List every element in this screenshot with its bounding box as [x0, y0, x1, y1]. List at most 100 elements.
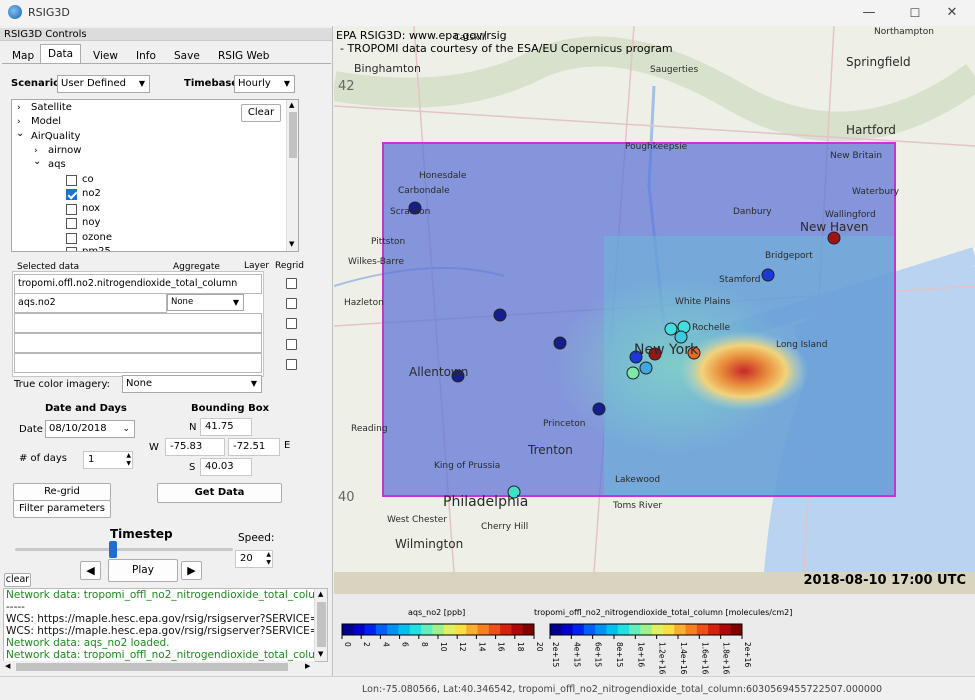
scroll-down-icon[interactable]: ▼	[318, 650, 323, 658]
place-label: West Chester	[387, 515, 447, 525]
noy-checkbox[interactable]	[66, 218, 77, 229]
log-console[interactable]: Network data: tropomi_offl_no2_nitrogend…	[3, 588, 328, 662]
tab-rsig-web[interactable]: RSIG Web	[210, 46, 277, 64]
tab-info[interactable]: Info	[128, 46, 164, 64]
tree-item-aqs[interactable]: aqs	[48, 159, 66, 170]
close-button[interactable]: ✕	[929, 0, 975, 26]
aqs-site-marker[interactable]	[553, 336, 567, 350]
log-hscrollbar[interactable]: ◀ ▶	[3, 661, 315, 673]
scroll-thumb[interactable]	[16, 663, 288, 671]
colorbar-tick-label: 4e+15	[572, 642, 581, 667]
expand-icon[interactable]: ›	[17, 103, 21, 113]
spin-up-icon[interactable]: ▲	[266, 551, 271, 559]
collapse-icon[interactable]: ⌄	[33, 156, 41, 167]
aqs-site-marker[interactable]	[493, 308, 507, 322]
ozone-checkbox[interactable]	[66, 233, 77, 244]
tab-view[interactable]: View	[85, 46, 126, 64]
date-picker[interactable]: 08/10/2018 ⌄	[45, 420, 135, 438]
bbox-heading: Bounding Box	[191, 403, 270, 414]
timestep-slider-thumb[interactable]	[109, 541, 118, 558]
expand-icon[interactable]: ›	[34, 146, 38, 156]
aqs-site-marker[interactable]	[761, 268, 775, 282]
tree-item-no2[interactable]: no2	[82, 188, 101, 199]
regrid-checkbox[interactable]	[286, 339, 297, 350]
aqs-site-marker[interactable]	[639, 361, 653, 375]
north-input[interactable]: 41.75	[200, 418, 252, 436]
clear-tree-button[interactable]: Clear	[241, 104, 281, 122]
scenario-select[interactable]: User Defined ▼	[57, 75, 150, 93]
place-label: New Britain	[830, 151, 882, 161]
place-label: Allentown	[409, 365, 468, 379]
tree-item-pm25[interactable]: pm25	[82, 246, 111, 251]
speed-label: Speed:	[238, 532, 275, 544]
scroll-up-icon[interactable]: ▲	[289, 101, 294, 109]
tree-item-nox[interactable]: nox	[82, 203, 100, 214]
next-step-button[interactable]: ▶	[181, 561, 202, 580]
clear-log-button[interactable]: clear	[4, 573, 31, 587]
place-label: Reading	[351, 424, 388, 434]
south-input[interactable]: 40.03	[200, 458, 252, 476]
pm25-checkbox[interactable]	[66, 247, 77, 251]
tree-item-ozone[interactable]: ozone	[82, 232, 112, 243]
log-scrollbar[interactable]: ▲ ▼	[314, 589, 327, 661]
filter-parameters-button[interactable]: Filter parameters	[13, 500, 111, 518]
tab-map[interactable]: Map	[4, 46, 42, 64]
regrid-checkbox[interactable]	[286, 278, 297, 289]
colorbar-swatch	[708, 624, 720, 635]
spin-down-icon[interactable]: ▼	[266, 559, 271, 567]
collapse-icon[interactable]: ⌄	[16, 128, 24, 139]
scroll-left-icon[interactable]: ◀	[5, 662, 10, 670]
co-checkbox[interactable]	[66, 175, 77, 186]
regrid-checkbox[interactable]	[286, 298, 297, 309]
spin-up-icon[interactable]: ▲	[126, 452, 131, 460]
timestep-slider-track[interactable]	[15, 548, 233, 551]
west-input[interactable]: -75.83	[165, 438, 225, 456]
scroll-up-icon[interactable]: ▲	[318, 590, 323, 598]
aqs-site-marker[interactable]	[592, 402, 606, 416]
true-color-select[interactable]: None ▼	[122, 375, 262, 393]
previous-step-button[interactable]: ◀	[80, 561, 101, 580]
tree-scrollbar[interactable]: ▲ ▼	[286, 100, 298, 251]
tree-item-airnow[interactable]: airnow	[48, 145, 81, 156]
timebase-select[interactable]: Hourly ▼	[234, 75, 295, 93]
scroll-right-icon[interactable]: ▶	[305, 662, 310, 670]
regrid-checkbox[interactable]	[286, 318, 297, 329]
regrid-parameters-button[interactable]: Re-grid parameters	[13, 483, 111, 513]
cursor-readout: Lon:-75.080566, Lat:40.346542, tropomi_o…	[362, 684, 883, 695]
tree-item-model[interactable]: Model	[31, 116, 61, 127]
colorbar-tick-label: 2e+15	[551, 642, 560, 667]
scroll-thumb[interactable]	[317, 602, 326, 647]
days-spinbox[interactable]: 1 ▲ ▼	[83, 451, 133, 469]
get-data-button[interactable]: Get Data	[157, 483, 282, 503]
map-canvas[interactable]: Binghamton Saugerties Springfield Hartford N…	[334, 26, 975, 572]
expand-icon[interactable]: ›	[17, 117, 21, 127]
aggregate-select[interactable]: None ▼	[167, 294, 244, 311]
chevron-down-icon: ▼	[250, 379, 257, 388]
tree-item-co[interactable]: co	[82, 174, 94, 185]
selected-row-tropomi[interactable]: tropomi.offl.no2.nitrogendioxide_total_c…	[14, 274, 262, 294]
no2-checkbox[interactable]	[66, 189, 77, 200]
place-label: Binghamton	[354, 62, 421, 75]
aqs-site-marker[interactable]	[664, 322, 678, 336]
aggregate-value: None	[171, 297, 194, 307]
minimize-button[interactable]: —	[846, 0, 892, 26]
tree-item-noy[interactable]: noy	[82, 217, 100, 228]
selected-row-aqs[interactable]: aqs.no2	[14, 293, 167, 313]
regrid-checkbox[interactable]	[286, 359, 297, 370]
colorbar-swatch	[522, 624, 535, 635]
scroll-down-icon[interactable]: ▼	[289, 240, 294, 248]
spin-down-icon[interactable]: ▼	[126, 460, 131, 468]
map-view[interactable]: Binghamton Saugerties Springfield Hartford N…	[334, 26, 975, 572]
tree-item-satellite[interactable]: Satellite	[31, 102, 72, 113]
play-button[interactable]: Play	[108, 559, 178, 582]
colorbar-tick-label: 18	[516, 642, 525, 652]
aqs-site-marker[interactable]	[626, 366, 640, 380]
colorbar-swatch	[454, 624, 467, 635]
tab-save[interactable]: Save	[166, 46, 208, 64]
speed-spinbox[interactable]: 20 ▲ ▼	[235, 550, 273, 568]
nox-checkbox[interactable]	[66, 204, 77, 215]
tab-data[interactable]: Data	[40, 44, 82, 64]
scroll-thumb[interactable]	[289, 112, 297, 158]
tree-item-airquality[interactable]: AirQuality	[31, 131, 80, 142]
east-input[interactable]: -72.51	[228, 438, 280, 456]
